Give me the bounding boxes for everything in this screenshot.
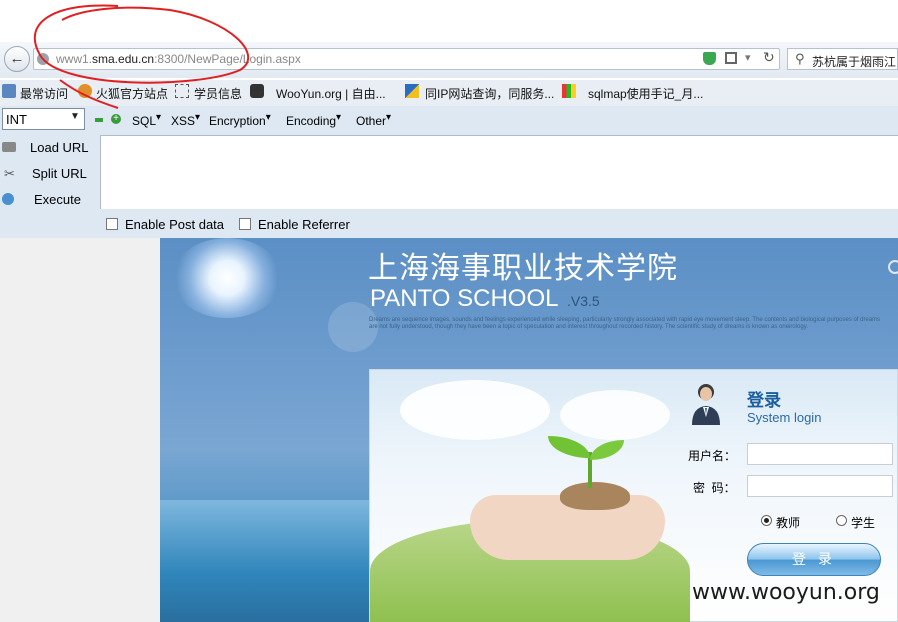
load-url-button[interactable]: Load URL [0, 140, 89, 155]
search-text: 苏杭属于烟雨江 [812, 55, 897, 69]
execute-button[interactable]: Execute [0, 192, 81, 207]
username-label: 用户名： [688, 449, 737, 463]
bookmark-item[interactable]: WooYun.org | 自由... [276, 85, 386, 102]
soil-image [560, 482, 630, 510]
play-icon [2, 193, 14, 205]
login-title: 登录 [747, 391, 781, 410]
reload-icon[interactable]: ↻ [763, 49, 775, 66]
sun-glow [172, 238, 282, 318]
login-subtitle: System login [747, 410, 822, 425]
sea-image [160, 500, 370, 622]
scissors-icon: ✂ [4, 166, 15, 181]
password-label: 密 码： [693, 481, 736, 495]
version-label: .V3.5 [567, 293, 600, 309]
chevron-down-icon[interactable]: ▾ [745, 51, 751, 64]
menu-encoding[interactable]: Encoding▾ [286, 112, 341, 128]
qr-code-icon[interactable] [725, 52, 737, 64]
cloud-image [400, 380, 550, 440]
ip-site-icon [405, 84, 419, 98]
enable-referrer-checkbox[interactable] [239, 218, 251, 230]
role-teacher-radio[interactable] [761, 515, 772, 526]
login-button[interactable]: 登 录 [747, 543, 881, 576]
hackbar-url-textarea[interactable] [100, 135, 898, 209]
ring-icon [888, 260, 898, 274]
search-icon: ⚲ [795, 51, 805, 66]
school-name-en: PANTO SCHOOL [370, 285, 559, 312]
enable-post-label: Enable Post data [125, 217, 225, 232]
watermark: www.wooyun.org [692, 580, 880, 605]
menu-other[interactable]: Other▾ [356, 112, 391, 128]
enable-referrer-label: Enable Referrer [258, 217, 350, 232]
bookmark-item[interactable]: sqlmap使用手记_月... [588, 85, 703, 102]
sqlmap-icon [562, 84, 576, 98]
role-student-radio[interactable] [836, 515, 847, 526]
banner-description: Dreams are sequence images, sounds and f… [369, 317, 881, 330]
split-url-button[interactable]: ✂ Split URL [0, 166, 87, 182]
user-avatar-icon [692, 384, 720, 425]
username-input[interactable] [747, 443, 893, 465]
role-teacher-label: 教师 [776, 516, 801, 530]
load-icon [2, 142, 16, 152]
role-student-label: 学生 [851, 516, 876, 530]
shield-icon[interactable] [703, 52, 716, 65]
password-input[interactable] [747, 475, 893, 497]
school-name-cn: 上海海事职业技术学院 [368, 252, 678, 285]
cloud-image [560, 390, 670, 440]
red-annotation-circle [33, 4, 250, 109]
enable-post-checkbox[interactable] [106, 218, 118, 230]
bookmark-item[interactable]: 同IP网站查询，同服务... [425, 85, 554, 102]
